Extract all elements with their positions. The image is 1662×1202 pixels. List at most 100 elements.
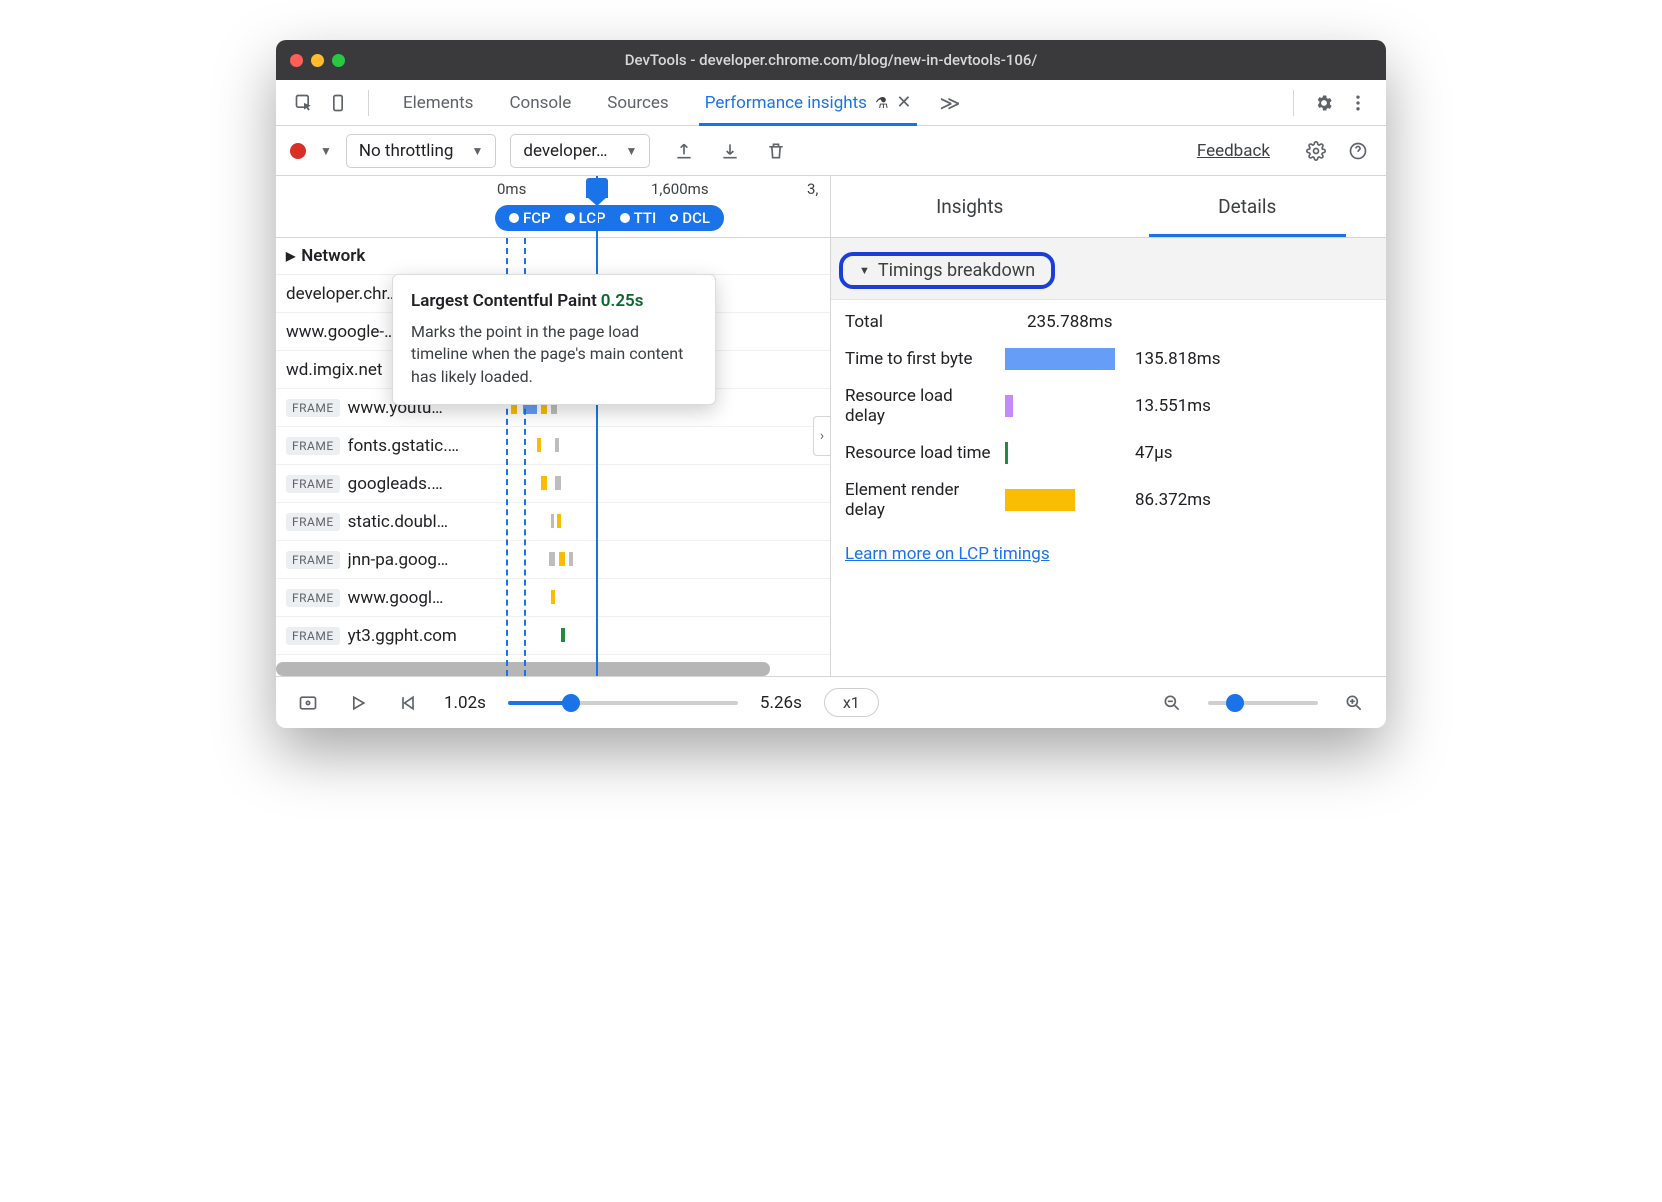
inspect-element-icon[interactable] bbox=[290, 89, 318, 117]
metric-bar bbox=[1005, 395, 1013, 417]
help-icon[interactable] bbox=[1344, 137, 1372, 165]
panel-tabs: Elements Console Sources Performance ins… bbox=[385, 80, 1277, 126]
details-pane: Insights Details Timings breakdown Total… bbox=[831, 176, 1386, 676]
host-label: googleads.… bbox=[348, 474, 443, 494]
tab-elements[interactable]: Elements bbox=[385, 80, 491, 126]
marker-lcp[interactable]: LCP bbox=[559, 209, 612, 227]
tab-label: Sources bbox=[607, 93, 668, 113]
window-title: DevTools - developer.chrome.com/blog/new… bbox=[276, 51, 1386, 69]
frame-badge: FRAME bbox=[286, 627, 340, 645]
frame-badge: FRAME bbox=[286, 513, 340, 531]
timings-breakdown-toggle[interactable]: Timings breakdown bbox=[839, 252, 1055, 289]
settings-gear-icon[interactable] bbox=[1310, 89, 1338, 117]
tab-label: Elements bbox=[403, 93, 473, 113]
playhead-line bbox=[596, 176, 598, 676]
tick-label: 3, bbox=[807, 180, 818, 198]
tab-label: Performance insights bbox=[705, 93, 867, 113]
network-row[interactable]: FRAME googleads.… bbox=[276, 465, 830, 503]
tooltip-value: 0.25s bbox=[601, 291, 644, 311]
network-row[interactable]: FRAME yt3.ggpht.com bbox=[276, 617, 830, 655]
record-button[interactable] bbox=[290, 143, 306, 159]
close-tab-icon[interactable]: ✕ bbox=[896, 92, 911, 113]
network-row[interactable]: FRAME www.googl… bbox=[276, 579, 830, 617]
delete-icon[interactable] bbox=[762, 137, 790, 165]
network-row[interactable]: FRAMEstatic.doubl… bbox=[276, 503, 830, 541]
expand-pane-icon[interactable]: › bbox=[813, 416, 831, 456]
horizontal-scrollbar[interactable] bbox=[276, 662, 770, 676]
rewind-icon[interactable] bbox=[394, 689, 422, 717]
metric-value: 235.788ms bbox=[1027, 312, 1113, 332]
timeline-ruler[interactable]: 0ms 1,600ms 3, FCP LCP TTI DCL bbox=[276, 176, 830, 238]
network-row[interactable]: FRAMEfonts.gstatic.… bbox=[276, 427, 830, 465]
export-icon[interactable] bbox=[670, 137, 698, 165]
metric-bar bbox=[1005, 348, 1115, 370]
metrics-list: Total235.788msTime to first byte135.818m… bbox=[831, 300, 1386, 540]
device-toolbar-icon[interactable] bbox=[324, 89, 352, 117]
panels-tabbar: Elements Console Sources Performance ins… bbox=[276, 80, 1386, 126]
minimize-window-button[interactable] bbox=[311, 54, 324, 67]
frame-badge: FRAME bbox=[286, 399, 340, 417]
kebab-menu-icon[interactable] bbox=[1344, 89, 1372, 117]
tick-label: 1,600ms bbox=[651, 180, 709, 198]
chevron-down-icon: ▼ bbox=[626, 144, 638, 158]
time-start: 1.02s bbox=[444, 693, 486, 713]
select-value: No throttling bbox=[359, 141, 454, 161]
window-controls bbox=[290, 54, 345, 67]
metric-label: Resource load delay bbox=[845, 386, 995, 426]
tick-label: 0ms bbox=[497, 180, 526, 198]
zoom-slider[interactable] bbox=[1208, 701, 1318, 705]
lcp-tooltip: Largest Contentful Paint 0.25s Marks the… bbox=[392, 274, 716, 405]
host-label: www.googl… bbox=[348, 588, 444, 608]
tab-performance-insights[interactable]: Performance insights ⚗ ✕ bbox=[687, 80, 930, 126]
progress-slider[interactable] bbox=[508, 701, 738, 705]
chevron-down-icon: ▼ bbox=[471, 144, 483, 158]
tab-console[interactable]: Console bbox=[491, 80, 589, 126]
zoom-in-icon[interactable] bbox=[1340, 689, 1368, 717]
feedback-link[interactable]: Feedback bbox=[1197, 141, 1270, 161]
tab-sources[interactable]: Sources bbox=[589, 80, 686, 126]
speed-pill[interactable]: x1 bbox=[824, 688, 879, 717]
metric-value: 86.372ms bbox=[1135, 490, 1211, 510]
timing-markers[interactable]: FCP LCP TTI DCL bbox=[495, 205, 724, 231]
host-label: yt3.ggpht.com bbox=[348, 626, 457, 646]
devtools-window: DevTools - developer.chrome.com/blog/new… bbox=[276, 40, 1386, 728]
throttling-select[interactable]: No throttling ▼ bbox=[346, 134, 496, 168]
metric-label: Element render delay bbox=[845, 480, 995, 520]
titlebar: DevTools - developer.chrome.com/blog/new… bbox=[276, 40, 1386, 80]
metric-row: Total235.788ms bbox=[845, 312, 1372, 332]
zoom-out-icon[interactable] bbox=[1158, 689, 1186, 717]
tab-insights[interactable]: Insights bbox=[831, 176, 1109, 237]
preview-icon[interactable] bbox=[294, 689, 322, 717]
host-label: wd.imgix.net bbox=[286, 360, 382, 380]
target-select[interactable]: developer… ▼ bbox=[510, 134, 650, 168]
marker-fcp[interactable]: FCP bbox=[503, 209, 557, 227]
frame-badge: FRAME bbox=[286, 475, 340, 493]
host-label: www.google-… bbox=[286, 322, 395, 342]
metric-row: Resource load time47µs bbox=[845, 442, 1372, 464]
detail-tabs: Insights Details bbox=[831, 176, 1386, 238]
divider bbox=[1293, 90, 1294, 116]
more-tabs-icon[interactable]: ≫ bbox=[929, 91, 970, 115]
tab-details[interactable]: Details bbox=[1109, 176, 1387, 237]
metric-value: 13.551ms bbox=[1135, 396, 1211, 416]
frame-badge: FRAME bbox=[286, 589, 340, 607]
time-end: 5.26s bbox=[760, 693, 802, 713]
marker-dcl[interactable]: DCL bbox=[664, 209, 716, 227]
play-icon[interactable] bbox=[344, 689, 372, 717]
experiment-icon: ⚗ bbox=[875, 94, 888, 112]
network-row[interactable]: FRAMEjnn-pa.goog… bbox=[276, 541, 830, 579]
host-label: fonts.gstatic.… bbox=[348, 436, 459, 456]
metric-label: Resource load time bbox=[845, 443, 995, 463]
insights-toolbar: ▼ No throttling ▼ developer… ▼ Feedback bbox=[276, 126, 1386, 176]
panel-settings-icon[interactable] bbox=[1302, 137, 1330, 165]
metric-bar bbox=[1005, 442, 1008, 464]
playback-bar: 1.02s 5.26s x1 bbox=[276, 676, 1386, 728]
maximize-window-button[interactable] bbox=[332, 54, 345, 67]
record-menu-caret[interactable]: ▼ bbox=[320, 144, 332, 158]
import-icon[interactable] bbox=[716, 137, 744, 165]
network-section-header[interactable]: Network bbox=[276, 238, 830, 275]
marker-tti[interactable]: TTI bbox=[614, 209, 663, 227]
learn-more-link[interactable]: Learn more on LCP timings bbox=[831, 540, 1386, 568]
section-label: Timings breakdown bbox=[878, 260, 1035, 281]
close-window-button[interactable] bbox=[290, 54, 303, 67]
